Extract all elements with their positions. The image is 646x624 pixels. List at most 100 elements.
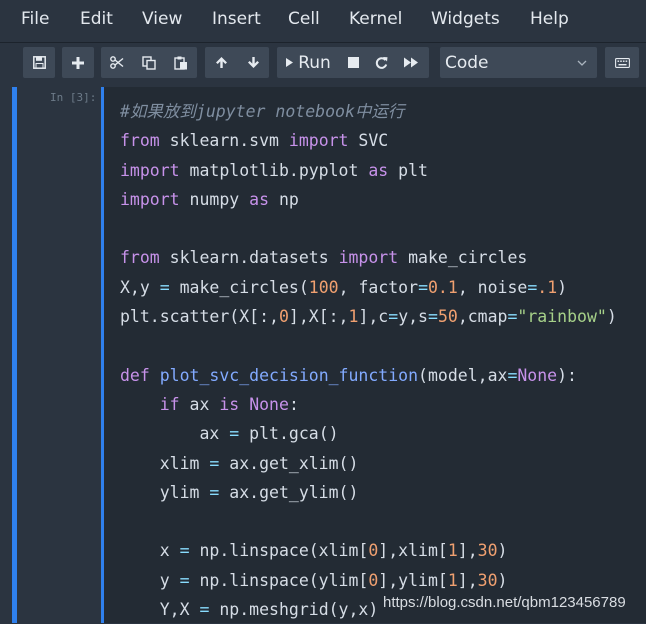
code-token: None [249,394,289,414]
code-line: x = np.linspace(xlim[0],xlim[1],30) [120,536,617,565]
code-token: plt.gca() [239,424,339,444]
menu-insert[interactable]: Insert [212,9,261,29]
code-token: ): [557,365,577,385]
code-token: as [368,160,389,180]
plus-icon [72,56,84,69]
code-line: #如果放到jupyter notebook中运行 [120,97,617,126]
code-token: ax [179,394,220,414]
copy-button[interactable] [133,47,165,78]
code-token: 30 [477,570,498,590]
code-token: np.linspace(xlim[ [189,541,369,561]
code-token: #如果放到jupyter notebook中运行 [120,102,405,121]
cell-type-value: Code [445,52,489,73]
code-line: ​ [120,214,617,243]
code-token: = [229,424,240,444]
menu-kernel[interactable]: Kernel [349,9,402,29]
code-token: ax.get_xlim() [219,453,359,473]
code-token: def [120,365,150,385]
save-button[interactable] [23,47,55,78]
code-line: def plot_svc_decision_function(model,ax=… [120,361,617,390]
cell-type-select[interactable]: Code [440,47,597,78]
code-token: make_circles( [169,277,309,297]
menu-widgets[interactable]: Widgets [431,9,500,29]
code-token: , noise [457,277,528,297]
code-token: ],X[:, [288,307,349,327]
code-token: import [338,248,399,268]
cut-button[interactable] [101,47,133,78]
run-button[interactable]: Run [277,47,339,78]
command-palette-button[interactable] [605,47,639,78]
code-token: ) [497,570,508,590]
selected-cell-indicator [12,87,17,623]
code-token: 100 [308,277,339,297]
menu-file[interactable]: File [21,9,49,29]
code-token: numpy [179,189,250,209]
code-token: ax.get_ylim() [219,482,359,502]
code-token: = [199,600,210,620]
code-line: ​ [120,507,617,536]
code-line: from sklearn.svm import SVC [120,126,617,155]
keyboard-icon [614,57,630,68]
code-token: make_circles [398,248,528,268]
arrow-down-icon [247,57,259,68]
menu-help[interactable]: Help [530,9,569,29]
restart-run-all-button[interactable] [395,47,427,78]
insert-group [62,47,94,78]
run-icon [286,58,294,67]
code-token: 1 [348,307,359,327]
move-group [205,47,269,78]
code-token: matplotlib.pyplot [179,160,369,180]
code-token: x [120,541,180,561]
code-token: ) [497,541,508,561]
move-down-button[interactable] [237,47,269,78]
code-token: ],xlim[ [378,541,448,561]
code-token: from [120,131,160,151]
code-token: = [179,570,190,590]
code-line: if ax is None: [120,390,617,419]
watermark: https://blog.csdn.net/qbm123456789 [383,594,626,611]
code-token: ax [120,424,230,444]
insert-cell-button[interactable] [62,47,94,78]
menu-edit[interactable]: Edit [80,9,113,29]
code-token: SVC [348,131,389,151]
paste-button[interactable] [165,47,197,78]
code-token: = [388,307,399,327]
code-line: xlim = ax.get_xlim() [120,449,617,478]
code-token: 0.1 [428,277,458,297]
menu-cell[interactable]: Cell [288,9,320,29]
code-line: plt.scatter(X[:,0],X[:,1],c=y,s=50,cmap=… [120,302,617,331]
save-icon [32,56,46,69]
code-token: is [219,394,240,414]
code-line: import numpy as np [120,185,617,214]
arrow-up-icon [215,57,227,68]
code-token: plt [388,160,428,180]
code-token: import [120,189,180,209]
code-line: X,y = make_circles(100, factor=0.1, nois… [120,273,617,302]
code-token: = [418,277,428,297]
code-token: = [209,482,220,502]
code-token: 1 [447,541,458,561]
run-label: Run [298,52,331,73]
toolbar: Run Code [0,43,646,86]
fast-forward-icon [403,57,418,68]
code-token: 50 [437,307,458,327]
code-line: from sklearn.datasets import make_circle… [120,243,617,272]
code-token: ) [606,307,617,327]
code-token: sklearn.datasets [159,248,339,268]
menu-view[interactable]: View [142,9,182,29]
code-token: sklearn.svm [159,131,289,151]
code-token: ,cmap [457,307,508,327]
edit-group [101,47,197,78]
code-token: 1 [447,570,458,590]
code-line: ​ [120,331,617,360]
code-token: ], [457,541,478,561]
code-token: np.linspace(ylim[ [189,570,369,590]
code-token: y [120,570,180,590]
move-up-button[interactable] [205,47,237,78]
code-token: = [428,307,438,327]
paste-icon [174,56,187,70]
restart-button[interactable] [367,47,395,78]
interrupt-button[interactable] [339,47,367,78]
